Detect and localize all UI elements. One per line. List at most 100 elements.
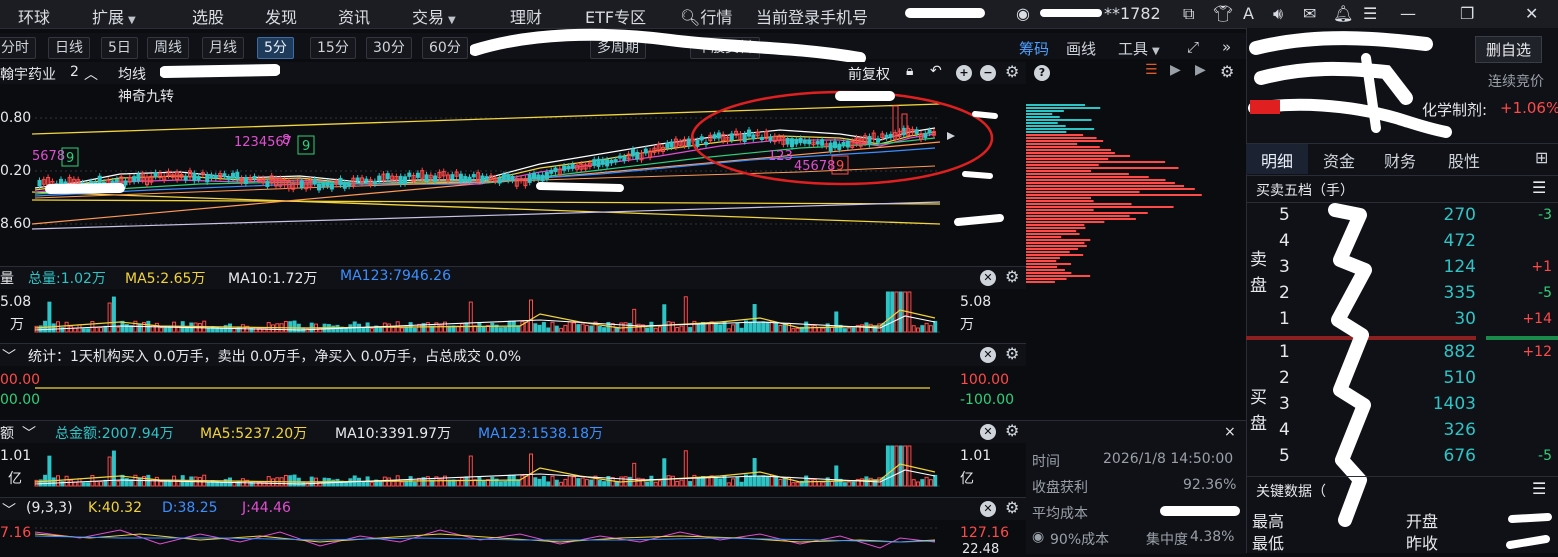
forward-icon[interactable]: ▶ [1195, 62, 1206, 78]
close-icon[interactable]: × [1224, 424, 1236, 440]
close-icon[interactable]: ✕ [1525, 4, 1538, 23]
bid-row[interactable]: 4 326 [1246, 420, 1558, 446]
gear-icon[interactable]: ⚙ [1005, 267, 1019, 286]
draw-line-button[interactable]: 画线 [1066, 38, 1096, 59]
ask-row[interactable]: 1 30 +14 [1246, 309, 1558, 335]
chip-bar [1026, 224, 1085, 226]
ask-row[interactable]: 2 335 -5 [1246, 283, 1558, 309]
ask-row[interactable]: 5 270 -3 [1246, 205, 1558, 231]
tab-finance[interactable]: 财务 [1384, 148, 1416, 172]
close-icon[interactable]: ✕ [980, 424, 996, 440]
skin-icon[interactable]: 👕︎ [1213, 4, 1233, 23]
zoom-out-icon[interactable]: − [980, 65, 996, 81]
bid-level: 3 [1279, 394, 1290, 414]
font-size-icon[interactable]: A [1243, 4, 1254, 23]
gear-icon[interactable]: ⚙ [1220, 62, 1234, 81]
volume-bar [206, 328, 211, 333]
fullscreen-icon[interactable]: ⤢ [1187, 38, 1199, 56]
ma-label[interactable]: 均线 [118, 64, 146, 84]
minimize-icon[interactable]: — [1400, 4, 1416, 23]
period-5day[interactable]: 5日 [101, 37, 138, 59]
help-icon[interactable]: ? [1034, 65, 1050, 81]
menu-market-search[interactable]: 🔍︎行情 [680, 4, 732, 28]
menu-news[interactable]: 资讯 [338, 4, 370, 28]
volume-bar [683, 450, 688, 487]
candle [321, 182, 326, 187]
chevron-down-icon[interactable]: ﹀ [2, 500, 16, 520]
menu-etf[interactable]: ETF专区 [585, 4, 646, 28]
zoom-in-icon[interactable]: + [956, 65, 972, 81]
menu-icon[interactable]: ☰ [1532, 178, 1546, 197]
tab-funds[interactable]: 资金 [1323, 148, 1355, 172]
close-icon[interactable]: ✕ [980, 270, 996, 286]
bid-row[interactable]: 2 510 [1246, 368, 1558, 394]
circle-icon[interactable]: ◉ [1032, 529, 1044, 545]
volume-chart[interactable] [0, 288, 1026, 334]
collapse-right-icon[interactable]: » [1222, 38, 1231, 56]
menu-extend[interactable]: 扩展 ▼ [92, 4, 136, 28]
ask-row[interactable]: 4 472 [1246, 231, 1558, 257]
tab-stock-nature[interactable]: 股性 [1448, 148, 1480, 172]
menu-stock-picker[interactable]: 选股 [192, 4, 224, 28]
menu-finance[interactable]: 理财 [510, 4, 542, 28]
chip-bar [1026, 107, 1101, 109]
institution-stats: 统计：1天机构买入 0.0万手，卖出 0.0万手，净买入 0.0万手，占总成交 … [28, 349, 522, 365]
play-icon[interactable]: ▶ [1170, 62, 1181, 78]
close-icon[interactable]: ✕ [980, 347, 996, 363]
volume-bar [524, 475, 529, 487]
period-weekly[interactable]: 周线 [147, 37, 189, 59]
volume-bar [550, 475, 555, 487]
bid-row[interactable]: 1 882 +12 [1246, 342, 1558, 368]
tools-menu[interactable]: 工具 ▼ [1118, 38, 1160, 59]
period-5min[interactable]: 5分 [257, 37, 294, 59]
chip-bar [1026, 278, 1067, 280]
chip-distribution-chart[interactable] [1026, 84, 1246, 289]
amount-chart[interactable] [0, 442, 1026, 488]
period-monthly[interactable]: 月线 [202, 37, 244, 59]
bell-icon[interactable]: 🔔︎ [1333, 4, 1353, 23]
list-view-icon[interactable]: ☰ [1145, 62, 1158, 78]
mail-icon[interactable]: ✉ [1303, 4, 1316, 23]
gear-icon[interactable]: ⚙ [1005, 498, 1019, 517]
menu-discover[interactable]: 发现 [265, 4, 297, 28]
candle [536, 174, 541, 180]
menu-icon[interactable]: ☰ [1532, 479, 1546, 498]
kdj-chart[interactable] [0, 520, 1026, 553]
lock-icon[interactable]: 🔒︎ [906, 63, 913, 79]
tab-detail[interactable]: 明细 [1261, 148, 1293, 172]
gear-icon[interactable]: ⚙ [1005, 344, 1019, 363]
candlestick-chart[interactable]: 5678 9 1234567 8 9 123 45678 9 [0, 84, 1026, 262]
period-60min[interactable]: 60分 [422, 37, 468, 59]
period-15min[interactable]: 15分 [310, 37, 356, 59]
share-icon[interactable]: ⧉ [1183, 4, 1194, 24]
chips-button[interactable]: 筹码 [1019, 38, 1049, 59]
list-icon[interactable]: ☰ [1363, 4, 1377, 23]
period-daily[interactable]: 日线 [48, 37, 90, 59]
remove-watchlist-button[interactable]: 删自选 [1475, 36, 1543, 63]
ask-row[interactable]: 3 124 +1 [1246, 257, 1558, 283]
user-avatar-icon[interactable]: ◉ [1016, 4, 1030, 23]
period-intraday[interactable]: 分时 [0, 37, 36, 59]
bid-row[interactable]: 5 676 -5 [1246, 446, 1558, 472]
chevron-down-icon[interactable]: ﹀ [22, 423, 36, 443]
candle [338, 177, 343, 186]
ask-change: +1 [1531, 259, 1552, 275]
speaker-icon[interactable]: 🔊︎ [1273, 4, 1283, 24]
menu-trade[interactable]: 交易 ▼ [412, 4, 456, 28]
grid-icon[interactable]: ⊞ [1535, 148, 1548, 167]
undo-icon[interactable]: ↶ [930, 63, 942, 79]
bid-row[interactable]: 3 1403 [1246, 394, 1558, 420]
chevron-up-icon[interactable]: ︿ [84, 64, 98, 84]
volume-bar [756, 322, 761, 333]
period-30min[interactable]: 30分 [366, 37, 412, 59]
candle [407, 172, 412, 177]
adjust-button[interactable]: 前复权 [848, 64, 890, 84]
restore-icon[interactable]: ❐ [1460, 4, 1474, 23]
menu-global[interactable]: 环球 [18, 4, 50, 28]
close-icon[interactable]: ✕ [980, 501, 996, 517]
volume-bar [580, 477, 585, 487]
gear-icon[interactable]: ⚙ [1005, 421, 1019, 440]
gear-icon[interactable]: ⚙ [1005, 62, 1019, 81]
stock-name[interactable]: 翰宇药业 [0, 64, 56, 84]
chevron-down-icon[interactable]: ﹀ [2, 346, 16, 366]
